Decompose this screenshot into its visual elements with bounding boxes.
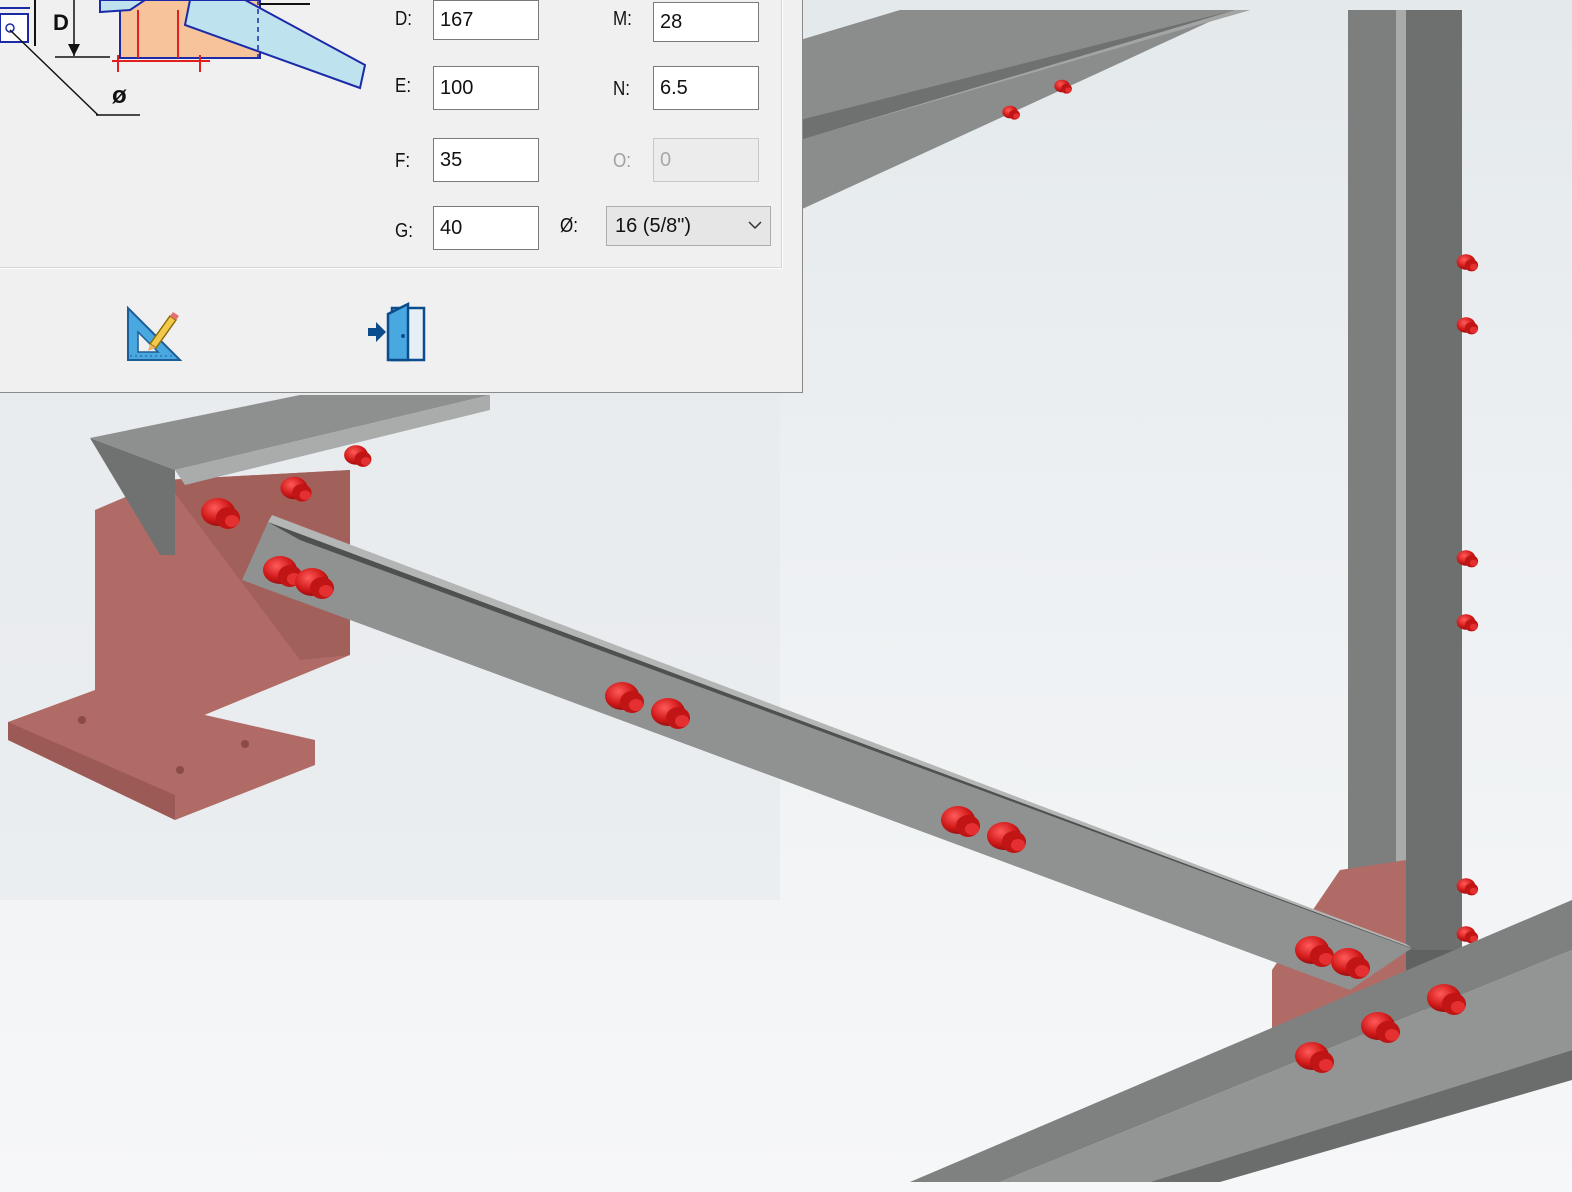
field-label-g: G:: [395, 220, 413, 242]
dim-label-d: D: [53, 10, 69, 35]
connection-schematic-diagram: D ø: [0, 0, 367, 116]
field-n-input[interactable]: [653, 66, 759, 110]
bolt-diameter-select[interactable]: 16 (5/8"): [606, 206, 771, 246]
chevron-down-icon: [748, 221, 762, 230]
diameter-symbol: ø: [112, 82, 127, 109]
field-m-input[interactable]: [653, 2, 759, 42]
field-label-e: E:: [395, 75, 412, 97]
connection-parameters-dialog: D ø D: E: F: G: M: N: O: Ø: 16 (5/8"): [0, 0, 803, 393]
field-f-input[interactable]: [433, 138, 539, 182]
set-square-pencil-icon: [127, 305, 183, 361]
draw-connection-button[interactable]: [122, 304, 186, 368]
vertical-column: [1348, 10, 1462, 1010]
group-box-border-bottom: [0, 267, 782, 269]
door-arrow-in-icon: [368, 301, 426, 362]
field-label-n: N:: [613, 78, 630, 100]
bolt-diameter-value: 16 (5/8"): [615, 215, 692, 237]
field-o-input: [653, 138, 759, 182]
group-box-border-right: [781, 0, 783, 268]
field-e-input[interactable]: [433, 66, 539, 110]
field-label-d: D:: [395, 8, 412, 30]
diameter-label: Ø:: [560, 215, 578, 237]
field-label-m: M:: [613, 8, 632, 30]
field-label-o: O:: [613, 150, 631, 172]
field-label-f: F:: [395, 150, 411, 172]
field-g-input[interactable]: [433, 206, 539, 250]
field-d-input[interactable]: [433, 0, 539, 40]
insert-connection-button[interactable]: [366, 300, 430, 364]
